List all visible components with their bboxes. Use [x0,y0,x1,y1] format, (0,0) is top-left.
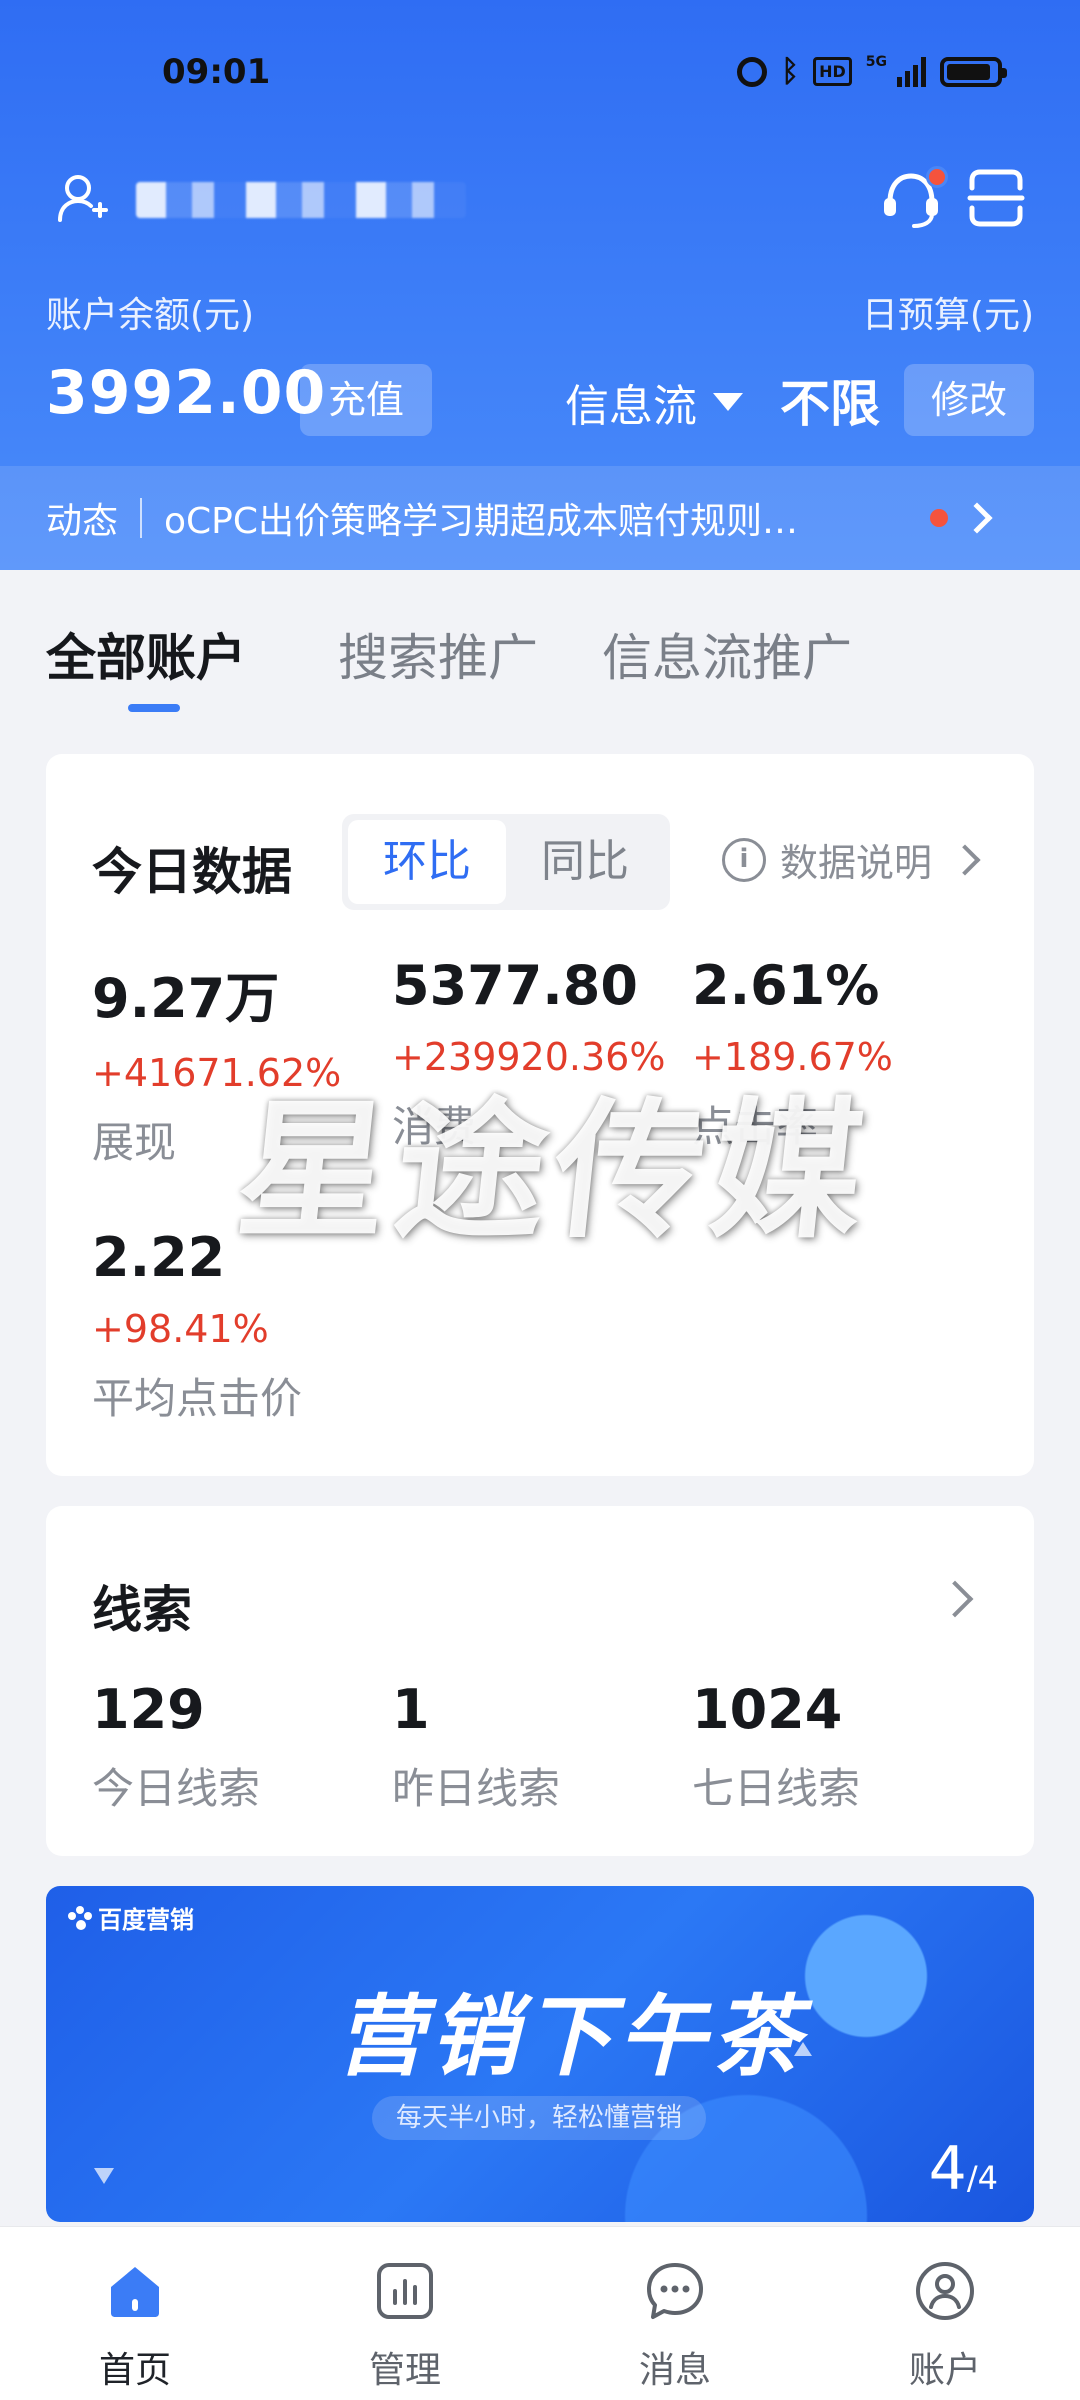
recharge-button[interactable]: 充值 [300,364,432,436]
budget-label: 日预算(元) [861,295,1034,336]
compare-option-yoy[interactable]: 同比 [506,820,664,904]
compare-segmented-control: 环比 同比 [342,814,670,910]
today-data-title: 今日数据 [92,843,292,901]
metric-ctr[interactable]: 2.61% +189.67% 点击率 [692,954,893,1154]
caret-down-icon [713,393,743,411]
metric-label: 展现 [92,1118,177,1167]
battery-level [947,63,991,80]
header: 09:01 ᛒ HD 5G 账户余额(元) 日预算(元) 3992.00 充值 … [0,0,1080,570]
lead-seven-days: 1024 七日线索 [692,1678,860,1816]
metric-impressions[interactable]: 9.27万 +41671.62% 展现 [92,954,341,1170]
lead-label: 七日线索 [692,1764,861,1813]
nav-manage[interactable]: 管理 [325,2259,485,2393]
nav-label: 管理 [368,2350,441,2391]
tab-feed-promotion[interactable]: 信息流推广 [602,618,852,690]
news-divider [140,498,143,538]
lead-yesterday: 1 昨日线索 [392,1678,560,1816]
lead-today: 129 今日线索 [92,1678,260,1816]
baidu-paw-icon [68,1905,92,1930]
chevron-right-icon[interactable] [961,502,993,534]
status-time: 09:01 [162,52,271,92]
today-data-card: 今日数据 环比 同比 i 数据说明 9.27万 +41671.62% 展现 53… [46,754,1034,1476]
banner-pager: 4/4 [929,2134,998,2204]
budget-value: 不限 [780,375,880,433]
data-explain-label: 数据说明 [779,841,932,885]
decorative-triangle [94,2168,114,2184]
signal-icon [897,56,926,87]
chart-icon [377,2263,433,2319]
account-name-masked[interactable] [136,182,466,218]
nav-label: 首页 [98,2350,171,2391]
battery-icon [940,56,1007,87]
tab-all-accounts[interactable]: 全部账户 [46,618,246,690]
news-bar[interactable]: 动态 oCPC出价策略学习期超成本赔付规则… [0,466,1080,570]
banner-title: 营销下午茶 [336,1985,807,2088]
data-explain-link[interactable]: i 数据说明 [721,832,981,887]
account-tabs: 全部账户 搜索推广 信息流推广 [0,570,1080,730]
user-icon [916,2262,974,2320]
notification-dot [926,166,948,188]
tab-search-promotion[interactable]: 搜索推广 [338,618,538,690]
bluetooth-icon: ᛒ [781,54,800,89]
news-label: 动态 [46,501,119,542]
metric-change: +189.67% [692,1035,893,1079]
metric-change: +239920.36% [392,1035,666,1079]
chevron-right-icon [949,843,981,876]
hd-badge: HD [813,57,852,86]
nav-home[interactable]: 首页 [55,2259,215,2393]
metric-value: 9.27万 [92,967,280,1030]
home-icon [111,2267,159,2317]
nav-label: 账户 [908,2350,981,2391]
banner-subtitle: 每天半小时，轻松懂营销 [372,2096,707,2140]
metric-label: 消费 [392,1102,477,1151]
status-icons: ᛒ HD 5G [737,53,1007,89]
decorative-triangle [794,2042,812,2056]
scan-icon[interactable] [966,166,1026,230]
leads-title: 线索 [92,1581,192,1639]
banner-logo-text: 百度营销 [98,1906,194,1934]
modify-budget-button[interactable]: 修改 [904,364,1034,436]
metric-change: +98.41% [92,1307,269,1351]
budget-type-select[interactable]: 信息流 [565,370,743,434]
balance-label: 账户余额(元) [46,295,255,336]
lead-value: 1 [392,1678,430,1741]
account-row [56,160,1026,240]
metric-value: 2.61% [692,954,880,1017]
lead-value: 129 [92,1678,205,1741]
promo-banner[interactable]: 百度营销 营销下午茶 每天半小时，轻松懂营销 4/4 [46,1886,1034,2222]
news-text[interactable]: oCPC出价策略学习期超成本赔付规则… [164,492,904,544]
budget-type-label: 信息流 [565,381,697,432]
bottom-nav: 首页 管理 消息 账户 [0,2226,1080,2400]
banner-logo: 百度营销 [68,1900,194,1935]
status-bar: 09:01 ᛒ HD 5G [0,48,1080,98]
balance-value: 3992.00 [46,358,327,428]
lead-value: 1024 [692,1678,843,1741]
banner-page-current: 4 [928,2134,967,2204]
alarm-icon [737,56,768,87]
user-switch-icon[interactable] [56,170,112,226]
banner-page-total: /4 [966,2159,998,2197]
nav-account[interactable]: 账户 [865,2259,1025,2393]
metric-value: 2.22 [92,1226,226,1289]
metric-value: 5377.80 [392,954,638,1017]
tab-active-indicator [128,704,180,712]
lead-label: 今日线索 [92,1764,261,1813]
message-icon [647,2263,703,2319]
metric-label: 平均点击价 [92,1374,303,1423]
nav-label: 消息 [638,2350,711,2391]
metric-avg-cpc[interactable]: 2.22 +98.41% 平均点击价 [92,1226,302,1426]
metric-spend[interactable]: 5377.80 +239920.36% 消费 [392,954,665,1154]
leads-card[interactable]: 线索 129 今日线索 1 昨日线索 1024 七日线索 [46,1506,1034,1856]
lead-label: 昨日线索 [392,1764,561,1813]
compare-option-mom[interactable]: 环比 [348,820,506,904]
info-icon: i [721,837,766,882]
news-unread-dot [930,509,949,527]
chevron-right-icon[interactable] [936,1580,974,1618]
nav-messages[interactable]: 消息 [595,2259,755,2393]
network-type: 5G [865,53,887,70]
metric-change: +41671.62% [92,1051,342,1095]
metric-label: 点击率 [692,1102,819,1151]
